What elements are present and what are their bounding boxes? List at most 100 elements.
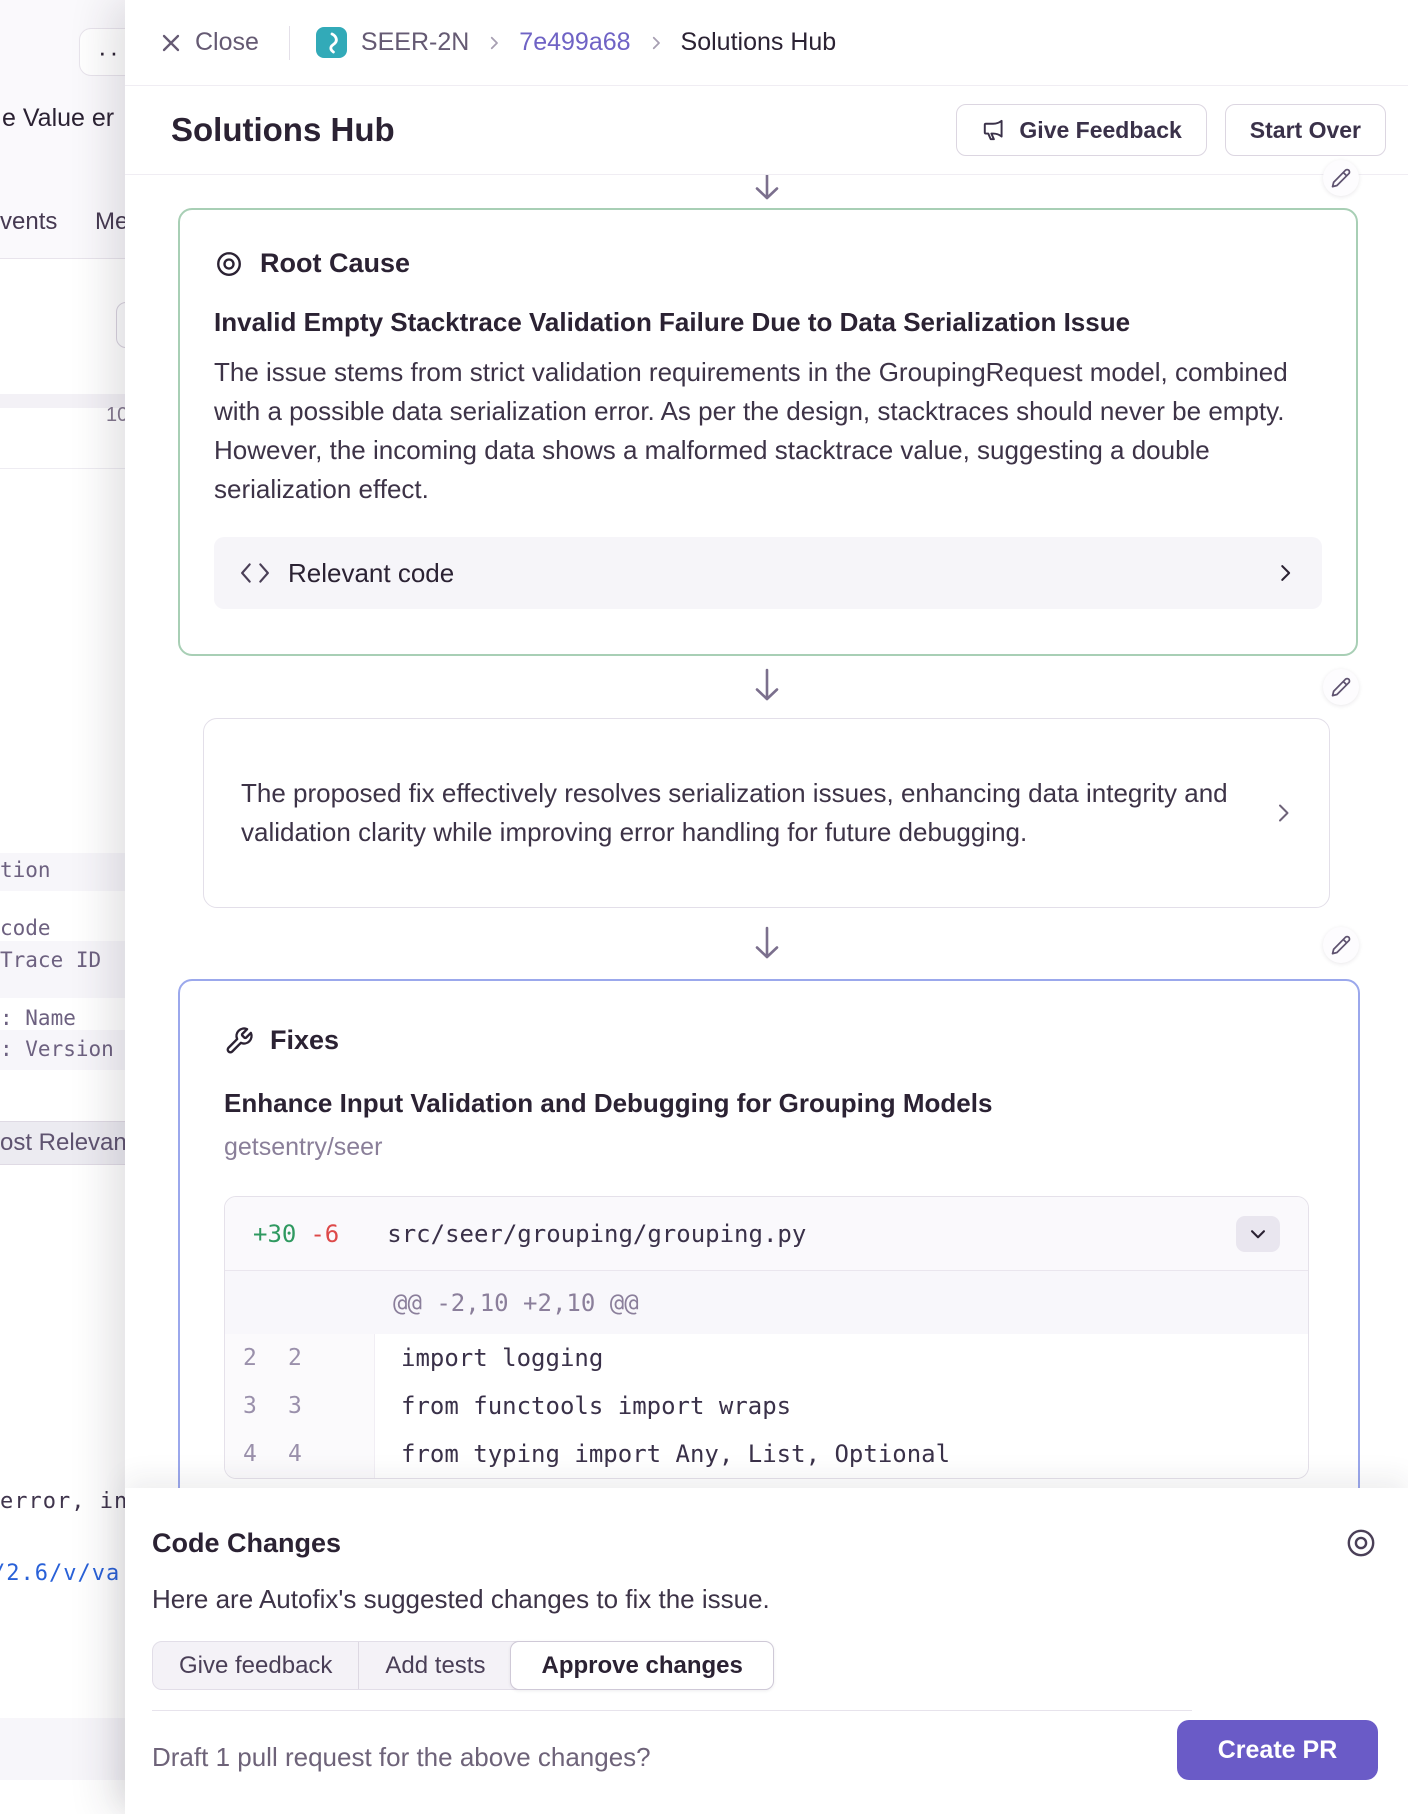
flow-connector xyxy=(125,175,1408,208)
diff-added-count: +30 xyxy=(253,1220,296,1248)
old-line-number: 3 xyxy=(225,1393,270,1419)
edit-step-button[interactable] xyxy=(1323,669,1359,705)
edit-step-button[interactable] xyxy=(1323,927,1359,963)
background-tab-me[interactable]: Me xyxy=(95,208,128,236)
breadcrumb-issue[interactable]: 7e499a68 xyxy=(519,28,630,57)
page-title: Solutions Hub xyxy=(171,111,395,149)
background-row-label: Trace ID xyxy=(0,948,101,972)
background-row-label: tion xyxy=(0,858,51,882)
chevron-right-icon xyxy=(647,34,665,52)
chevron-down-icon xyxy=(1247,1223,1269,1245)
old-line-number: 2 xyxy=(225,1345,270,1371)
diff-hunk-header: @@ -2,10 +2,10 @@ xyxy=(225,1271,1308,1334)
root-cause-title: Root Cause xyxy=(260,248,410,279)
new-line-number: 2 xyxy=(270,1345,315,1371)
diff-line: 2 2 import logging xyxy=(225,1334,1308,1382)
close-icon xyxy=(159,31,183,55)
solutions-hub-panel: Close SEER-2N 7e499a68 Solutions Hub Sol… xyxy=(125,0,1408,1814)
background-tab-events[interactable]: vents xyxy=(0,208,57,236)
target-icon xyxy=(1344,1526,1378,1560)
pencil-icon xyxy=(1330,934,1352,956)
breadcrumb-project[interactable]: SEER-2N xyxy=(361,28,469,57)
diff-file-panel: +30 -6 src/seer/grouping/grouping.py @@ … xyxy=(224,1196,1309,1479)
most-relevant-button[interactable]: ost Relevan xyxy=(0,1121,140,1165)
diff-line-numbers: 4 4 xyxy=(225,1430,375,1478)
pencil-icon xyxy=(1330,676,1352,698)
background-clipped-title: e Value er xyxy=(2,104,114,133)
diff-file-header[interactable]: +30 -6 src/seer/grouping/grouping.py xyxy=(225,1197,1308,1271)
diff-line-code: from functools import wraps xyxy=(375,1392,791,1420)
give-feedback-button[interactable]: Give Feedback xyxy=(956,104,1206,156)
edit-step-button[interactable] xyxy=(1323,160,1359,196)
fixes-card: Fixes Enhance Input Validation and Debug… xyxy=(178,979,1360,1488)
chevron-right-icon xyxy=(1271,801,1295,825)
close-label: Close xyxy=(195,28,259,57)
diff-line: 4 4 from typing import Any, List, Option… xyxy=(225,1430,1308,1478)
code-icon xyxy=(240,560,270,586)
fix-repo: getsentry/seer xyxy=(224,1133,1314,1162)
changes-action-group: Give feedback Add tests Approve changes xyxy=(152,1641,774,1690)
target-icon xyxy=(214,249,244,279)
create-pr-row: Draft 1 pull request for the above chang… xyxy=(152,1710,1378,1780)
divider xyxy=(0,468,140,469)
background-row-label: : Version xyxy=(0,1037,114,1061)
diff-line-numbers: 2 2 xyxy=(225,1334,375,1382)
root-cause-card: Root Cause Invalid Empty Stacktrace Vali… xyxy=(178,208,1358,656)
background-row-label: : Name xyxy=(0,1006,76,1030)
give-feedback-segment[interactable]: Give feedback xyxy=(153,1642,359,1689)
screen: ·· e Value er vents Me 10 tion code Trac… xyxy=(0,0,1408,1814)
relevant-code-expander[interactable]: Relevant code xyxy=(214,537,1322,609)
megaphone-icon xyxy=(981,117,1007,143)
flow-connector xyxy=(125,908,1408,979)
diff-line: 3 3 from functools import wraps xyxy=(225,1382,1308,1430)
start-over-button[interactable]: Start Over xyxy=(1225,104,1386,156)
arrow-down-icon xyxy=(752,668,782,706)
code-changes-footer: Code Changes Here are Autofix's suggeste… xyxy=(125,1488,1408,1814)
fix-heading: Enhance Input Validation and Debugging f… xyxy=(224,1088,1314,1119)
root-cause-description: The issue stems from strict validation r… xyxy=(214,353,1294,509)
solutions-scroll-area[interactable]: Root Cause Invalid Empty Stacktrace Vali… xyxy=(125,175,1408,1488)
arrow-down-icon xyxy=(752,175,782,205)
seer-logo-icon xyxy=(316,27,347,58)
diff-removed-count: -6 xyxy=(310,1220,339,1248)
code-changes-subtitle: Here are Autofix's suggested changes to … xyxy=(152,1584,1378,1615)
fixes-title: Fixes xyxy=(270,1025,339,1056)
most-relevant-label: ost Relevan xyxy=(0,1129,127,1157)
background-code-text: error, in xyxy=(0,1489,128,1514)
start-over-label: Start Over xyxy=(1250,117,1361,144)
background-doc-link[interactable]: /2.6/v/va xyxy=(0,1561,120,1586)
breadcrumb: Close SEER-2N 7e499a68 Solutions Hub xyxy=(125,0,1408,86)
pencil-icon xyxy=(1330,167,1352,189)
insight-card[interactable]: The proposed fix effectively resolves se… xyxy=(203,718,1330,908)
flow-connector xyxy=(125,656,1408,718)
new-line-number: 4 xyxy=(270,1441,315,1467)
panel-header: Solutions Hub Give Feedback Start Over xyxy=(125,86,1408,175)
chevron-right-icon xyxy=(1274,562,1296,584)
approve-changes-segment[interactable]: Approve changes xyxy=(510,1641,773,1690)
new-line-number: 3 xyxy=(270,1393,315,1419)
background-page: ·· e Value er vents Me 10 tion code Trac… xyxy=(0,0,140,1814)
breadcrumb-page: Solutions Hub xyxy=(681,28,837,57)
chevron-right-icon xyxy=(485,34,503,52)
root-cause-heading: Invalid Empty Stacktrace Validation Fail… xyxy=(214,305,1322,339)
insight-text: The proposed fix effectively resolves se… xyxy=(241,774,1233,852)
create-pr-button[interactable]: Create PR xyxy=(1177,1720,1378,1780)
diff-line-code: from typing import Any, List, Optional xyxy=(375,1440,950,1468)
arrow-down-icon xyxy=(752,926,782,964)
collapse-diff-button[interactable] xyxy=(1236,1216,1280,1252)
close-button[interactable]: Close xyxy=(159,28,259,57)
divider xyxy=(0,258,140,259)
old-line-number: 4 xyxy=(225,1441,270,1467)
divider xyxy=(289,26,290,60)
background-band xyxy=(0,1718,140,1780)
give-feedback-label: Give Feedback xyxy=(1019,117,1181,144)
code-changes-title: Code Changes xyxy=(152,1528,341,1559)
diff-line-code: import logging xyxy=(375,1344,603,1372)
relevant-code-label: Relevant code xyxy=(288,558,454,589)
diff-file-path: src/seer/grouping/grouping.py xyxy=(387,1220,806,1248)
wrench-icon xyxy=(224,1026,254,1056)
background-row-label: code xyxy=(0,916,51,940)
draft-question: Draft 1 pull request for the above chang… xyxy=(152,1742,651,1773)
diff-line-numbers: 3 3 xyxy=(225,1382,375,1430)
add-tests-segment[interactable]: Add tests xyxy=(359,1642,511,1689)
